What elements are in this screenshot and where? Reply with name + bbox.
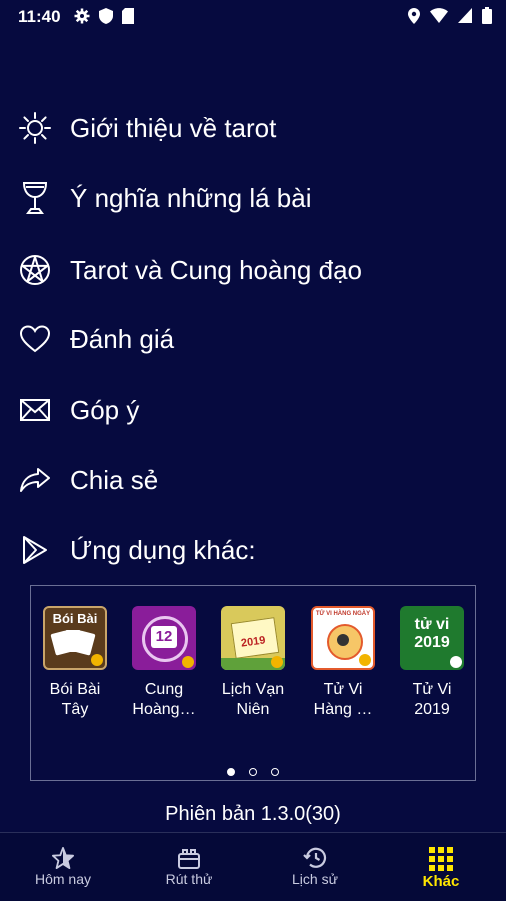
other-apps-carousel[interactable]: Bói Bài Bói Bài Tây 12 Cung Hoàng… 2019 Lị… [30,585,476,781]
bottom-nav: Hôm nay Rút thử Lịch sử Khác [0,832,506,901]
nav-tab-draw[interactable]: Rút thử [126,833,252,901]
menu-item-other-apps: Ứng dụng khác: [0,519,506,581]
app-lich-van-nien[interactable]: 2019 Lịch Vạn Niên [209,606,297,720]
shield-status-icon [99,8,113,24]
nav-tab-history[interactable]: Lịch sử [252,833,378,901]
star-icon [52,847,74,869]
menu-item-label: Giới thiệu về tarot [70,112,277,143]
chalice-icon [18,181,52,215]
pager-dot[interactable] [249,768,257,776]
menu-item-label: Đánh giá [70,323,175,354]
app-name-line1: Lịch Vạn [221,681,285,698]
app-name-line2: Niên [236,701,270,718]
location-status-icon [408,7,420,24]
mail-icon [18,393,52,427]
app-name-line1: Tử Vi [412,681,452,698]
nav-tab-today[interactable]: Hôm nay [0,833,126,901]
signal-status-icon [458,8,472,23]
app-boi-bai-tay[interactable]: Bói Bài Bói Bài Tây [31,606,119,720]
menu-item-share[interactable]: Chia sẻ [0,449,506,511]
carousel-pager [31,768,475,776]
menu-item-label: Chia sẻ [70,464,159,495]
pentacle-icon [18,253,52,287]
history-icon [303,847,327,868]
nav-tab-other[interactable]: Khác [378,833,504,901]
menu-item-tarot-zodiac[interactable]: Tarot và Cung hoàng đạo [0,239,506,301]
app-name-line1: Bói Bài [49,681,101,698]
app-cung-hoang-dao[interactable]: 12 Cung Hoàng… [120,606,208,720]
app-tu-vi-hang-ngay[interactable]: TỬ VI HÀNG NGÀY Tử Vi Hàng … [299,606,387,720]
sun-icon [18,111,52,145]
nav-label: Hôm nay [34,871,92,887]
menu-item-feedback[interactable]: Góp ý [0,379,506,441]
share-icon [18,463,52,497]
app-tu-vi-2019[interactable]: tử vi 2019 Tử Vi 2019 [388,606,476,720]
status-bar: 11:40 [0,0,506,34]
pager-dot[interactable] [227,768,235,776]
menu-item-label: Góp ý [70,394,140,425]
grid-icon [429,847,453,871]
wifi-status-icon [430,8,448,23]
menu-item-label: Tarot và Cung hoàng đạo [70,254,362,285]
calendar-app-icon: 2019 [221,606,285,670]
cards-icon [178,849,200,869]
sim-status-icon [122,8,134,24]
play-icon [18,533,52,567]
app-name-line2: Tây [61,701,89,718]
nav-label: Rút thử [165,871,213,887]
boi-bai-app-icon: Bói Bài [43,606,107,670]
menu-item-card-meanings[interactable]: Ý nghĩa những lá bài [0,167,506,229]
version-label: Phiên bản 1.3.0(30) [165,803,341,825]
app-name-line2: Hoàng… [132,701,196,718]
pager-dot[interactable] [271,768,279,776]
menu-item-label: Ý nghĩa những lá bài [70,182,312,213]
horoscope-daily-app-icon: TỬ VI HÀNG NGÀY [311,606,375,670]
battery-status-icon [482,7,492,24]
settings-status-icon [74,8,90,24]
app-name-line1: Cung [144,681,184,698]
app-name-line2: 2019 [414,701,450,718]
heart-icon [18,322,52,356]
menu-item-about-tarot[interactable]: Giới thiệu về tarot [0,97,506,159]
horoscope-2019-app-icon: tử vi 2019 [400,606,464,670]
zodiac-app-icon: 12 [132,606,196,670]
nav-label: Khác [422,873,460,890]
app-name-line1: Tử Vi [323,681,363,698]
app-name-line2: Hàng … [313,701,373,718]
status-time: 11:40 [18,7,61,26]
menu-item-rate[interactable]: Đánh giá [0,308,506,370]
menu-item-label: Ứng dụng khác: [70,534,256,565]
nav-label: Lịch sử [292,871,338,887]
